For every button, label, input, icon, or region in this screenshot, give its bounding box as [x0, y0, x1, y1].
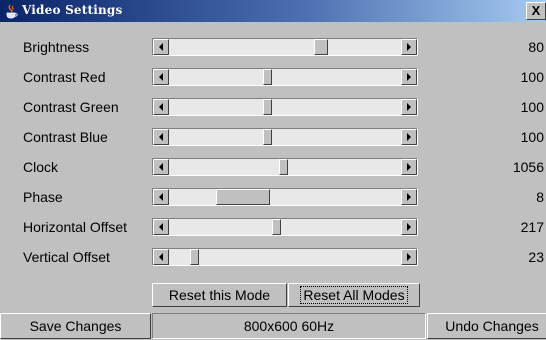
- current-mode-text: 800x600 60Hz: [243, 318, 335, 334]
- title-bar[interactable]: Video Settings X: [0, 0, 546, 22]
- slider-label-contrast-blue: Contrast Blue: [23, 129, 108, 145]
- scrollbar-contrast-green[interactable]: [152, 98, 418, 116]
- scrollbar-clock[interactable]: [152, 158, 418, 176]
- scroll-thumb[interactable]: [314, 39, 328, 55]
- slider-row-brightness: Brightness 80: [0, 35, 546, 61]
- slider-row-contrast-red: Contrast Red 100: [0, 65, 546, 91]
- slider-value-contrast-red: 100: [520, 69, 544, 85]
- scroll-right-button[interactable]: [401, 189, 417, 205]
- arrow-left-icon: [159, 253, 163, 261]
- scroll-left-button[interactable]: [153, 69, 169, 85]
- scrollbar-contrast-red[interactable]: [152, 68, 418, 86]
- slider-label-vertical-offset: Vertical Offset: [23, 249, 110, 265]
- arrow-left-icon: [159, 163, 163, 171]
- arrow-left-icon: [159, 133, 163, 141]
- scroll-thumb[interactable]: [272, 219, 281, 235]
- scroll-left-button[interactable]: [153, 189, 169, 205]
- scroll-right-button[interactable]: [401, 249, 417, 265]
- reset-all-modes-label: Reset All Modes: [300, 286, 408, 304]
- slider-label-brightness: Brightness: [23, 39, 90, 55]
- scroll-track[interactable]: [169, 159, 401, 175]
- slider-label-horizontal-offset: Horizontal Offset: [23, 219, 128, 235]
- arrow-left-icon: [159, 73, 163, 81]
- scroll-right-button[interactable]: [401, 69, 417, 85]
- scrollbar-horizontal-offset[interactable]: [152, 218, 418, 236]
- arrow-right-icon: [407, 193, 411, 201]
- scroll-track[interactable]: [169, 249, 401, 265]
- arrow-right-icon: [407, 223, 411, 231]
- scroll-right-button[interactable]: [401, 219, 417, 235]
- video-settings-window: Video Settings X Brightness 80 Contrast Re…: [0, 0, 546, 340]
- scroll-left-button[interactable]: [153, 249, 169, 265]
- arrow-left-icon: [159, 43, 163, 51]
- slider-row-phase: Phase 8: [0, 185, 546, 211]
- scroll-right-button[interactable]: [401, 159, 417, 175]
- scroll-track[interactable]: [169, 219, 401, 235]
- scroll-left-button[interactable]: [153, 219, 169, 235]
- undo-changes-button[interactable]: Undo Changes: [427, 313, 546, 339]
- window-title: Video Settings: [22, 3, 123, 17]
- scrollbar-contrast-blue[interactable]: [152, 128, 418, 146]
- java-cup-icon: [6, 4, 18, 19]
- scroll-thumb[interactable]: [263, 69, 272, 85]
- slider-label-contrast-red: Contrast Red: [23, 69, 106, 85]
- arrow-right-icon: [407, 253, 411, 261]
- scroll-left-button[interactable]: [153, 39, 169, 55]
- arrow-left-icon: [159, 103, 163, 111]
- reset-all-modes-button[interactable]: Reset All Modes: [288, 283, 420, 307]
- slider-label-clock: Clock: [23, 159, 59, 175]
- scroll-thumb[interactable]: [190, 249, 199, 265]
- scrollbar-phase[interactable]: [152, 188, 418, 206]
- scroll-left-button[interactable]: [153, 129, 169, 145]
- arrow-right-icon: [407, 73, 411, 81]
- slider-value-contrast-blue: 100: [520, 129, 544, 145]
- scrollbar-vertical-offset[interactable]: [152, 248, 418, 266]
- undo-changes-label: Undo Changes: [445, 318, 539, 334]
- scroll-thumb[interactable]: [263, 99, 272, 115]
- scroll-thumb[interactable]: [279, 159, 288, 175]
- slider-row-horizontal-offset: Horizontal Offset 217: [0, 215, 546, 241]
- slider-row-vertical-offset: Vertical Offset 23: [0, 245, 546, 271]
- close-icon: X: [531, 3, 541, 18]
- slider-value-brightness: 80: [528, 39, 544, 55]
- arrow-left-icon: [159, 223, 163, 231]
- reset-this-mode-label: Reset this Mode: [168, 287, 271, 303]
- slider-label-contrast-green: Contrast Green: [23, 99, 119, 115]
- scroll-right-button[interactable]: [401, 129, 417, 145]
- scroll-right-button[interactable]: [401, 39, 417, 55]
- scroll-track[interactable]: [169, 189, 401, 205]
- current-mode-display: 800x600 60Hz: [152, 313, 426, 339]
- save-changes-label: Save Changes: [29, 318, 122, 334]
- slider-value-contrast-green: 100: [520, 99, 544, 115]
- scroll-thumb[interactable]: [263, 129, 272, 145]
- scroll-track[interactable]: [169, 69, 401, 85]
- scroll-track[interactable]: [169, 39, 401, 55]
- slider-row-contrast-green: Contrast Green 100: [0, 95, 546, 121]
- slider-label-phase: Phase: [23, 189, 63, 205]
- scroll-left-button[interactable]: [153, 159, 169, 175]
- arrow-right-icon: [407, 163, 411, 171]
- slider-row-contrast-blue: Contrast Blue 100: [0, 125, 546, 151]
- slider-value-phase: 8: [536, 189, 544, 205]
- slider-value-vertical-offset: 23: [528, 249, 544, 265]
- save-changes-button[interactable]: Save Changes: [0, 313, 151, 339]
- scroll-track[interactable]: [169, 99, 401, 115]
- scroll-left-button[interactable]: [153, 99, 169, 115]
- arrow-right-icon: [407, 43, 411, 51]
- scrollbar-brightness[interactable]: [152, 38, 418, 56]
- scroll-right-button[interactable]: [401, 99, 417, 115]
- arrow-right-icon: [407, 103, 411, 111]
- slider-row-clock: Clock 1056: [0, 155, 546, 181]
- slider-value-clock: 1056: [512, 159, 544, 175]
- arrow-left-icon: [159, 193, 163, 201]
- arrow-right-icon: [407, 133, 411, 141]
- reset-this-mode-button[interactable]: Reset this Mode: [152, 283, 287, 307]
- close-button[interactable]: X: [526, 2, 546, 20]
- scroll-track[interactable]: [169, 129, 401, 145]
- scroll-thumb[interactable]: [216, 189, 270, 205]
- slider-value-horizontal-offset: 217: [520, 219, 544, 235]
